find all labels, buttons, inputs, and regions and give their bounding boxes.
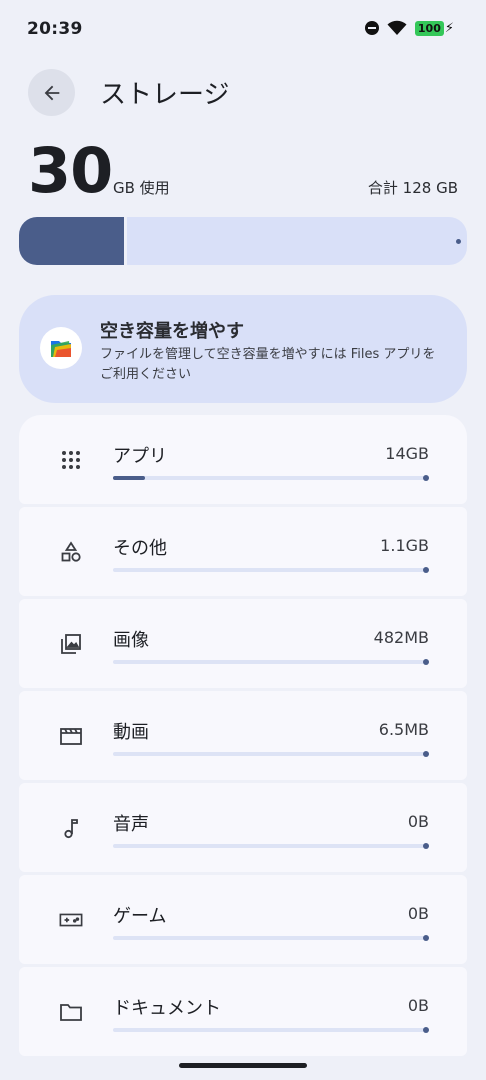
apps-grid-icon <box>59 448 83 472</box>
category-label: アプリ <box>113 446 167 467</box>
charging-icon: ⚡ <box>444 20 454 36</box>
category-row-games[interactable]: ゲーム 0B <box>19 875 467 964</box>
music-note-icon <box>59 816 83 840</box>
category-usage-track <box>113 475 429 481</box>
category-usage-endpoint <box>423 935 429 941</box>
shapes-icon <box>59 540 83 564</box>
category-row-other[interactable]: その他 1.1GB <box>19 507 467 596</box>
status-icons: 100 ⚡ <box>364 20 454 36</box>
category-usage-endpoint <box>423 1027 429 1033</box>
category-usage-endpoint <box>423 843 429 849</box>
category-label: ドキュメント <box>113 998 221 1019</box>
total-storage-label: 合計 128 GB <box>367 179 458 197</box>
battery-level: 100 <box>414 20 444 36</box>
category-size: 14GB <box>385 444 429 463</box>
category-usage-track <box>113 567 429 573</box>
category-usage-endpoint <box>423 475 429 481</box>
category-row-audio[interactable]: 音声 0B <box>19 783 467 872</box>
category-usage-track <box>113 659 429 665</box>
gamepad-icon <box>59 908 83 932</box>
category-row-images[interactable]: 画像 482MB <box>19 599 467 688</box>
page-title: ストレージ <box>100 80 230 110</box>
free-up-description: ファイルを管理して空き容量を増やすには Files アプリをご利用ください <box>100 347 436 382</box>
status-bar: 20:39 100 ⚡ <box>0 0 486 58</box>
category-label: 画像 <box>113 630 149 651</box>
category-size: 6.5MB <box>378 720 429 739</box>
movie-icon <box>59 724 83 748</box>
folder-icon <box>59 1000 83 1024</box>
free-up-title: 空き容量を増やす <box>100 321 244 342</box>
category-row-apps[interactable]: アプリ 14GB <box>19 415 467 504</box>
files-app-icon <box>40 327 82 369</box>
category-label: ゲーム <box>113 906 167 927</box>
used-storage-label: GB 使用 <box>113 179 170 197</box>
category-size: 0B <box>407 904 429 923</box>
category-row-documents[interactable]: ドキュメント 0B <box>19 967 467 1056</box>
storage-usage-bar <box>19 217 467 265</box>
arrow-back-icon <box>44 85 59 100</box>
category-label: その他 <box>113 538 167 559</box>
category-usage-endpoint <box>423 659 429 665</box>
wifi-icon <box>387 20 407 35</box>
category-usage-track <box>113 751 429 757</box>
home-indicator[interactable] <box>179 1063 307 1068</box>
category-usage-fill <box>113 476 145 480</box>
storage-usage-endpoint <box>456 239 461 244</box>
status-time: 20:39 <box>27 19 83 39</box>
category-usage-track <box>113 935 429 941</box>
category-usage-track <box>113 1027 429 1033</box>
category-usage-endpoint <box>423 567 429 573</box>
category-usage-track <box>113 843 429 849</box>
category-label: 音声 <box>113 814 149 835</box>
back-button[interactable] <box>28 69 75 116</box>
category-size: 482MB <box>373 628 429 647</box>
free-up-space-card[interactable]: 空き容量を増やす ファイルを管理して空き容量を増やすには Files アプリをご… <box>19 295 467 403</box>
do-not-disturb-icon <box>364 21 379 35</box>
category-size: 0B <box>407 996 429 1015</box>
used-storage-value: 30 <box>28 134 113 207</box>
storage-category-list: アプリ 14GB その他 1.1GB 画像 482MB 動画 6.5MB 音声 … <box>19 415 467 1059</box>
photo-library-icon <box>59 632 83 656</box>
category-usage-endpoint <box>423 751 429 757</box>
category-size: 0B <box>407 812 429 831</box>
category-label: 動画 <box>113 722 149 743</box>
category-size: 1.1GB <box>380 536 429 555</box>
battery-icon: 100 ⚡ <box>414 20 454 36</box>
category-row-videos[interactable]: 動画 6.5MB <box>19 691 467 780</box>
storage-usage-fill <box>19 217 127 265</box>
